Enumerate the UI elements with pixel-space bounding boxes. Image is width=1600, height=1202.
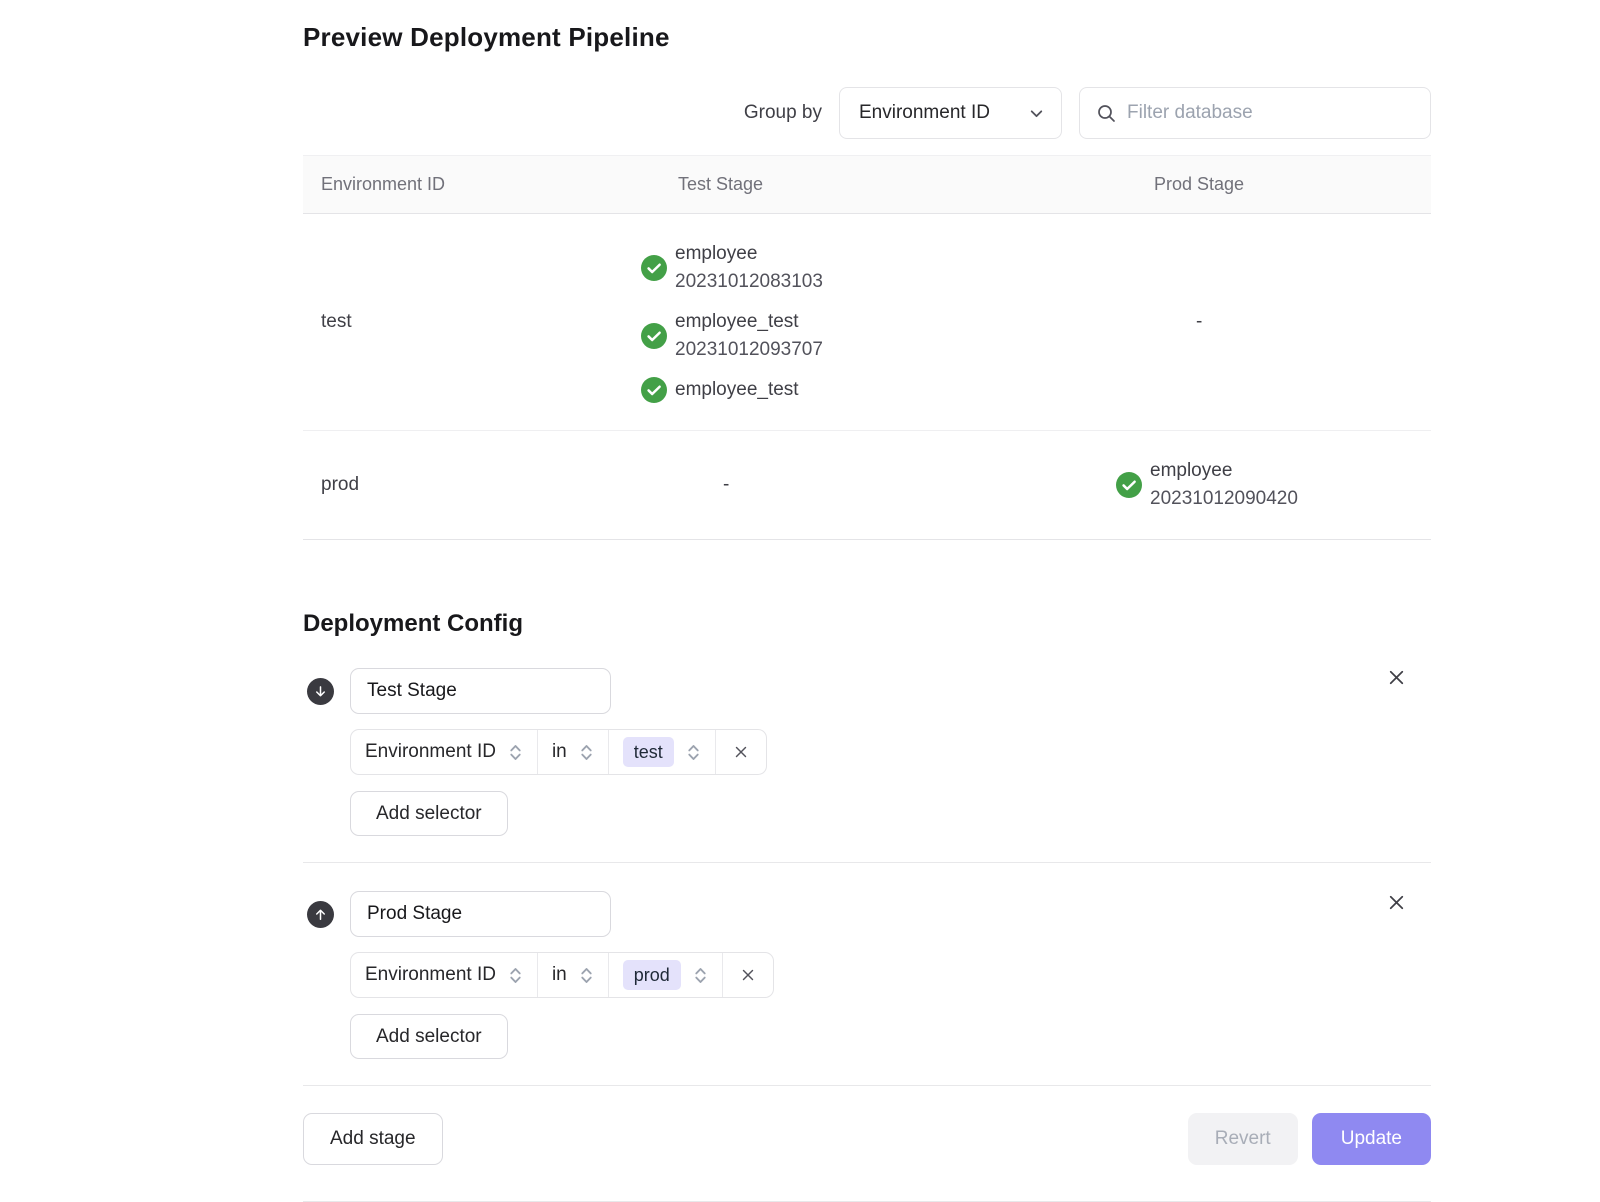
selector-field-value: Environment ID (365, 741, 496, 763)
selector-group: Environment ID in prod (350, 952, 774, 998)
database-item: employee_test 20231012093707 (641, 308, 1091, 364)
group-by-label: Group by (744, 102, 822, 124)
selector-operator-select[interactable]: in (537, 730, 608, 774)
selector-operator-select[interactable]: in (537, 953, 608, 997)
prod-stage-empty-cell: - (1091, 214, 1431, 430)
test-stage-cell: employee 20231012083103 employee_test 20… (633, 214, 1091, 430)
deployment-config-title: Deployment Config (303, 610, 1431, 638)
close-icon (1386, 667, 1407, 688)
update-button[interactable]: Update (1312, 1113, 1431, 1165)
updown-chevron-icon (508, 965, 523, 986)
column-header-test-stage: Test Stage (633, 156, 1091, 213)
close-icon (1386, 892, 1407, 913)
group-by-selected-value: Environment ID (859, 102, 990, 124)
updown-chevron-icon (693, 965, 708, 986)
check-circle-icon (641, 377, 667, 403)
prod-stage-cell: employee 20231012090420 (1091, 431, 1431, 539)
config-footer: Add stage Revert Update (303, 1085, 1431, 1165)
toolbar: Group by Environment ID (303, 87, 1431, 139)
updown-chevron-icon (508, 742, 523, 763)
pipeline-table: Environment ID Test Stage Prod Stage tes… (303, 155, 1431, 540)
database-name: employee_test (675, 308, 823, 336)
remove-stage-button[interactable] (1383, 889, 1409, 915)
updown-chevron-icon (579, 965, 594, 986)
table-header-row: Environment ID Test Stage Prod Stage (303, 155, 1431, 214)
stage-header (303, 891, 1431, 937)
arrow-up-circle-icon (307, 901, 334, 928)
arrow-down-circle-icon (307, 678, 334, 705)
remove-selector-button[interactable] (715, 730, 766, 774)
revert-button[interactable]: Revert (1188, 1113, 1298, 1165)
selector-operator-value: in (552, 741, 567, 763)
stage-name-input[interactable] (350, 891, 611, 937)
add-stage-button[interactable]: Add stage (303, 1113, 443, 1165)
environment-id-cell: test (303, 214, 633, 430)
footer-actions: Revert Update (1188, 1113, 1431, 1165)
database-item: employee 20231012090420 (1116, 457, 1431, 513)
chevron-down-icon (1028, 105, 1045, 122)
environment-id-cell: prod (303, 431, 633, 539)
add-selector-button[interactable]: Add selector (350, 791, 508, 836)
selector-field-value: Environment ID (365, 964, 496, 986)
selector-value-select[interactable]: prod (608, 953, 722, 997)
stage-config-test: Environment ID in test (303, 638, 1431, 862)
remove-selector-button[interactable] (722, 953, 773, 997)
database-name: employee (1150, 457, 1298, 485)
add-selector-button[interactable]: Add selector (350, 1014, 508, 1059)
filter-database-search[interactable] (1079, 87, 1431, 139)
database-version: 20231012090420 (1150, 485, 1298, 513)
stage-config-prod: Environment ID in prod (303, 862, 1431, 1085)
close-icon (739, 966, 757, 984)
filter-database-input[interactable] (1127, 102, 1414, 124)
group-by-select[interactable]: Environment ID (839, 87, 1062, 139)
column-header-environment-id: Environment ID (303, 156, 633, 213)
remove-stage-button[interactable] (1383, 664, 1409, 690)
table-row-prod: prod - employee 20231012090420 (303, 431, 1431, 539)
stage-header (303, 668, 1431, 714)
database-name: employee (675, 240, 823, 268)
test-stage-empty-cell: - (633, 431, 1091, 539)
table-row-test: test employee 20231012083103 (303, 214, 1431, 431)
database-version: 20231012083103 (675, 268, 823, 296)
database-item: employee 20231012083103 (641, 240, 1091, 296)
database-item: employee_test (641, 376, 1091, 404)
selector-value-select[interactable]: test (608, 730, 715, 774)
close-icon (732, 743, 750, 761)
selector-group: Environment ID in test (350, 729, 767, 775)
search-icon (1096, 103, 1116, 123)
database-name: employee_test (675, 376, 799, 404)
stage-name-input[interactable] (350, 668, 611, 714)
selector-value-badge: prod (623, 960, 681, 990)
page-title: Preview Deployment Pipeline (303, 22, 1431, 53)
updown-chevron-icon (579, 742, 594, 763)
deployment-pipeline-panel: Preview Deployment Pipeline Group by Env… (303, 0, 1431, 1202)
selector-field-select[interactable]: Environment ID (351, 953, 537, 997)
updown-chevron-icon (686, 742, 701, 763)
check-circle-icon (641, 255, 667, 281)
column-header-prod-stage: Prod Stage (1091, 156, 1431, 213)
check-circle-icon (641, 323, 667, 349)
selector-value-badge: test (623, 737, 674, 767)
selector-operator-value: in (552, 964, 567, 986)
check-circle-icon (1116, 472, 1142, 498)
database-version: 20231012093707 (675, 336, 823, 364)
selector-field-select[interactable]: Environment ID (351, 730, 537, 774)
